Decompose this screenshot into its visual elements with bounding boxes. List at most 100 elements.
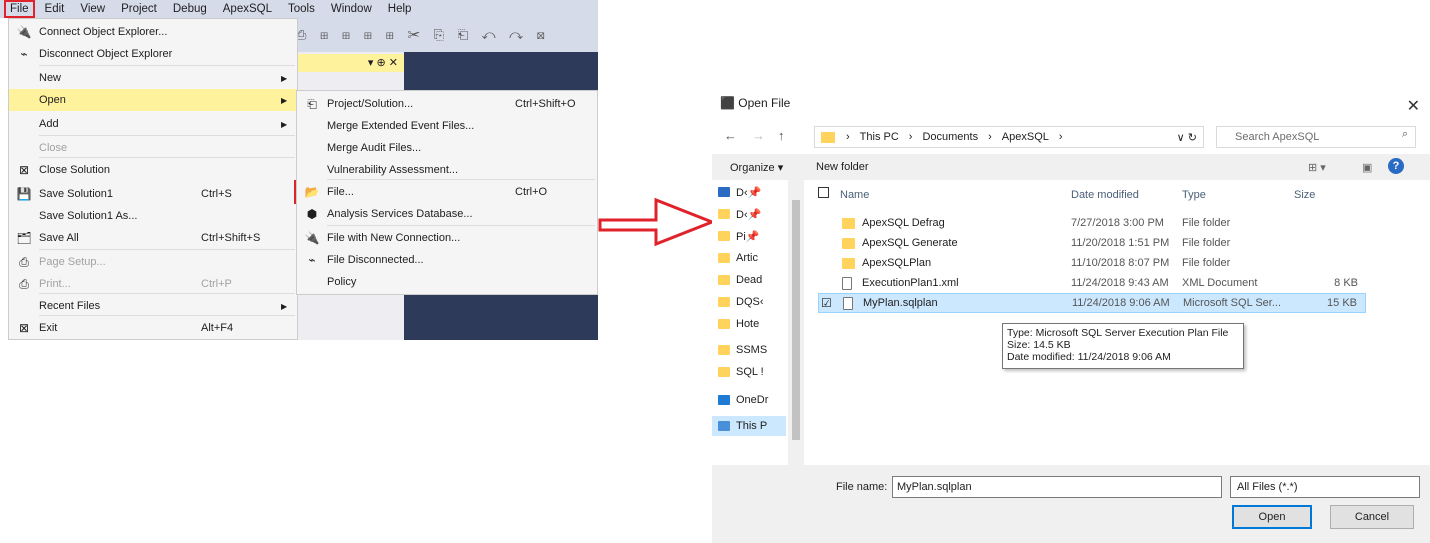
menu-view[interactable]: View xyxy=(72,0,113,18)
menu-apexsql[interactable]: ApexSQL xyxy=(215,0,280,18)
nav-item[interactable]: Pi📌 xyxy=(718,226,788,246)
callout-arrow xyxy=(598,197,717,247)
menu-tools[interactable]: Tools xyxy=(280,0,323,18)
menu-item-label: Save Solution1 xyxy=(39,188,113,200)
nav-item[interactable]: This P xyxy=(712,416,786,436)
file-menu-item-recent-files[interactable]: Recent Files ▶ xyxy=(9,295,297,317)
file-row[interactable]: ApexSQL Generate 11/20/2018 1:51 PM File f… xyxy=(818,233,1366,253)
nav-item-label: Hote xyxy=(736,318,760,330)
nav-item[interactable]: D‹📌 xyxy=(718,204,788,224)
cancel-button[interactable]: Cancel xyxy=(1330,505,1414,529)
column-header: Name Date modified Type Size xyxy=(818,184,1378,206)
file-row[interactable]: ApexSQL Defrag 7/27/2018 3:00 PM File fold… xyxy=(818,213,1366,233)
open-submenu-item-file[interactable]: 📂 File... Ctrl+O xyxy=(297,181,597,203)
open-submenu-item-policy[interactable]: Policy xyxy=(297,271,597,293)
nav-item[interactable]: Hote xyxy=(718,314,788,334)
col-name[interactable]: Name xyxy=(840,189,869,201)
open-submenu-item-project-solution[interactable]: ⎗ Project/Solution... Ctrl+Shift+O xyxy=(297,93,597,115)
select-all-checkbox[interactable] xyxy=(818,187,829,198)
folder-icon xyxy=(718,421,730,431)
view-options-icon[interactable]: ⊞ ▾ xyxy=(1308,161,1326,174)
file-menu-item-save-solution1[interactable]: 💾 Save Solution1 Ctrl+S xyxy=(9,183,297,205)
file-menu-item-connect-object-explorer[interactable]: 🔌 Connect Object Explorer... xyxy=(9,21,297,43)
file-menu-item-add[interactable]: Add ▶ xyxy=(9,113,297,135)
file-menu-item-open[interactable]: Open ▶ xyxy=(9,89,297,111)
menu-file[interactable]: File xyxy=(4,0,35,18)
scrollbar-thumb[interactable] xyxy=(792,200,800,440)
nav-item-label: SSMS xyxy=(736,344,768,356)
file-menu-item-page-setup[interactable]: ⎙ Page Setup... xyxy=(9,251,297,273)
filename-label: File name: xyxy=(836,481,888,493)
plug-icon: 🔌 xyxy=(304,231,320,245)
file-name: MyPlan.sqlplan xyxy=(863,297,938,309)
nav-item[interactable]: D‹📌 xyxy=(718,182,788,202)
menu-window[interactable]: Window xyxy=(323,0,380,18)
submenu-arrow-icon: ▶ xyxy=(281,301,288,311)
search-icon[interactable]: ⌕ xyxy=(1402,128,1408,141)
preview-pane-icon[interactable]: ▣ xyxy=(1362,161,1372,174)
navigation-row: ← → ↑ › This PC › Documents › ApexSQL › … xyxy=(712,124,1430,148)
nav-item[interactable]: Dead xyxy=(718,270,788,290)
forward-icon[interactable]: → xyxy=(752,128,765,143)
breadcrumb-this-pc[interactable]: This PC xyxy=(855,131,904,143)
open-button[interactable]: Open xyxy=(1232,505,1312,529)
menu-debug[interactable]: Debug xyxy=(165,0,215,18)
file-menu-item-close[interactable]: Close xyxy=(9,137,297,159)
back-icon[interactable]: ← xyxy=(724,128,737,143)
menu-help[interactable]: Help xyxy=(380,0,420,18)
search-input[interactable]: Search ApexSQL xyxy=(1216,126,1416,148)
file-menu-item-save-solution1-as[interactable]: Save Solution1 As... xyxy=(9,205,297,227)
menu-item-shortcut: Ctrl+S xyxy=(201,188,232,200)
file-row[interactable]: ExecutionPlan1.xml 11/24/2018 9:43 AM XML … xyxy=(818,273,1366,293)
submenu-arrow-icon: ▶ xyxy=(281,95,288,105)
folder-icon xyxy=(718,231,730,241)
file-menu-item-print[interactable]: ⎙ Print... Ctrl+P xyxy=(9,273,297,295)
refresh-icon[interactable]: ∨ ↻ xyxy=(1177,131,1203,144)
file-menu-item-close-solution[interactable]: ⊠ Close Solution xyxy=(9,159,297,181)
col-size[interactable]: Size xyxy=(1294,189,1315,201)
folder-icon xyxy=(842,217,855,229)
file-date: 11/20/2018 1:51 PM xyxy=(1071,237,1170,249)
col-type[interactable]: Type xyxy=(1182,189,1206,201)
open-submenu-item-file-disconnected[interactable]: ⌁ File Disconnected... xyxy=(297,249,597,271)
open-submenu-item-merge-extended-event-files[interactable]: Merge Extended Event Files... xyxy=(297,115,597,137)
file-menu: 🔌 Connect Object Explorer... ⌁ Disconnect O… xyxy=(8,18,298,340)
nav-item[interactable]: OneDr xyxy=(718,390,788,410)
open-submenu-item-vulnerability-assessment[interactable]: Vulnerability Assessment... xyxy=(297,159,597,181)
save-icon: 💾 xyxy=(16,187,32,201)
file-row[interactable]: ☑ MyPlan.sqlplan 11/24/2018 9:06 AM Microso… xyxy=(818,293,1366,313)
file-row[interactable]: ApexSQLPlan 11/10/2018 8:07 PM File folder xyxy=(818,253,1366,273)
menu-project[interactable]: Project xyxy=(113,0,165,18)
filename-input[interactable]: MyPlan.sqlplan xyxy=(892,476,1222,498)
nav-item[interactable]: Artic xyxy=(718,248,788,268)
file-type: XML Document xyxy=(1182,277,1258,289)
breadcrumb-apexsql[interactable]: ApexSQL xyxy=(997,131,1054,143)
up-icon[interactable]: ↑ xyxy=(778,128,785,143)
pane-tab-controls[interactable]: ▾ ⊕ ✕ xyxy=(290,54,404,72)
file-date: 7/27/2018 3:00 PM xyxy=(1071,217,1164,229)
file-menu-item-save-all[interactable]: 🗂 Save All Ctrl+Shift+S xyxy=(9,227,297,249)
col-date[interactable]: Date modified xyxy=(1071,189,1139,201)
unplug-icon: ⌁ xyxy=(20,47,28,61)
breadcrumb-documents[interactable]: Documents xyxy=(917,131,983,143)
menu-separator xyxy=(39,315,295,316)
nav-item[interactable]: SSMS xyxy=(718,340,788,360)
row-checkbox[interactable]: ☑ xyxy=(821,296,832,310)
address-bar[interactable]: › This PC › Documents › ApexSQL › ∨ ↻ xyxy=(814,126,1204,148)
close-button[interactable]: ✕ xyxy=(1407,96,1420,116)
nav-item-label: SQL ! xyxy=(736,366,764,378)
open-submenu-item-merge-audit-files[interactable]: Merge Audit Files... xyxy=(297,137,597,159)
organize-button[interactable]: Organize ▾ xyxy=(730,161,783,174)
file-menu-item-disconnect-object-explorer[interactable]: ⌁ Disconnect Object Explorer xyxy=(9,43,297,65)
nav-item[interactable]: SQL ! xyxy=(718,362,788,382)
file-name: ApexSQL Defrag xyxy=(862,217,945,229)
menu-edit[interactable]: Edit xyxy=(37,0,73,18)
new-folder-button[interactable]: New folder xyxy=(816,161,869,173)
help-icon[interactable]: ? xyxy=(1388,158,1404,174)
open-submenu-item-file-with-new-connection[interactable]: 🔌 File with New Connection... xyxy=(297,227,597,249)
file-menu-item-exit[interactable]: ⊠ Exit Alt+F4 xyxy=(9,317,297,339)
open-submenu-item-analysis-services-database[interactable]: ⬢ Analysis Services Database... xyxy=(297,203,597,225)
nav-item[interactable]: DQS‹ xyxy=(718,292,788,312)
file-type-select[interactable]: All Files (*.*) xyxy=(1230,476,1420,498)
file-menu-item-new[interactable]: New ▶ xyxy=(9,67,297,89)
